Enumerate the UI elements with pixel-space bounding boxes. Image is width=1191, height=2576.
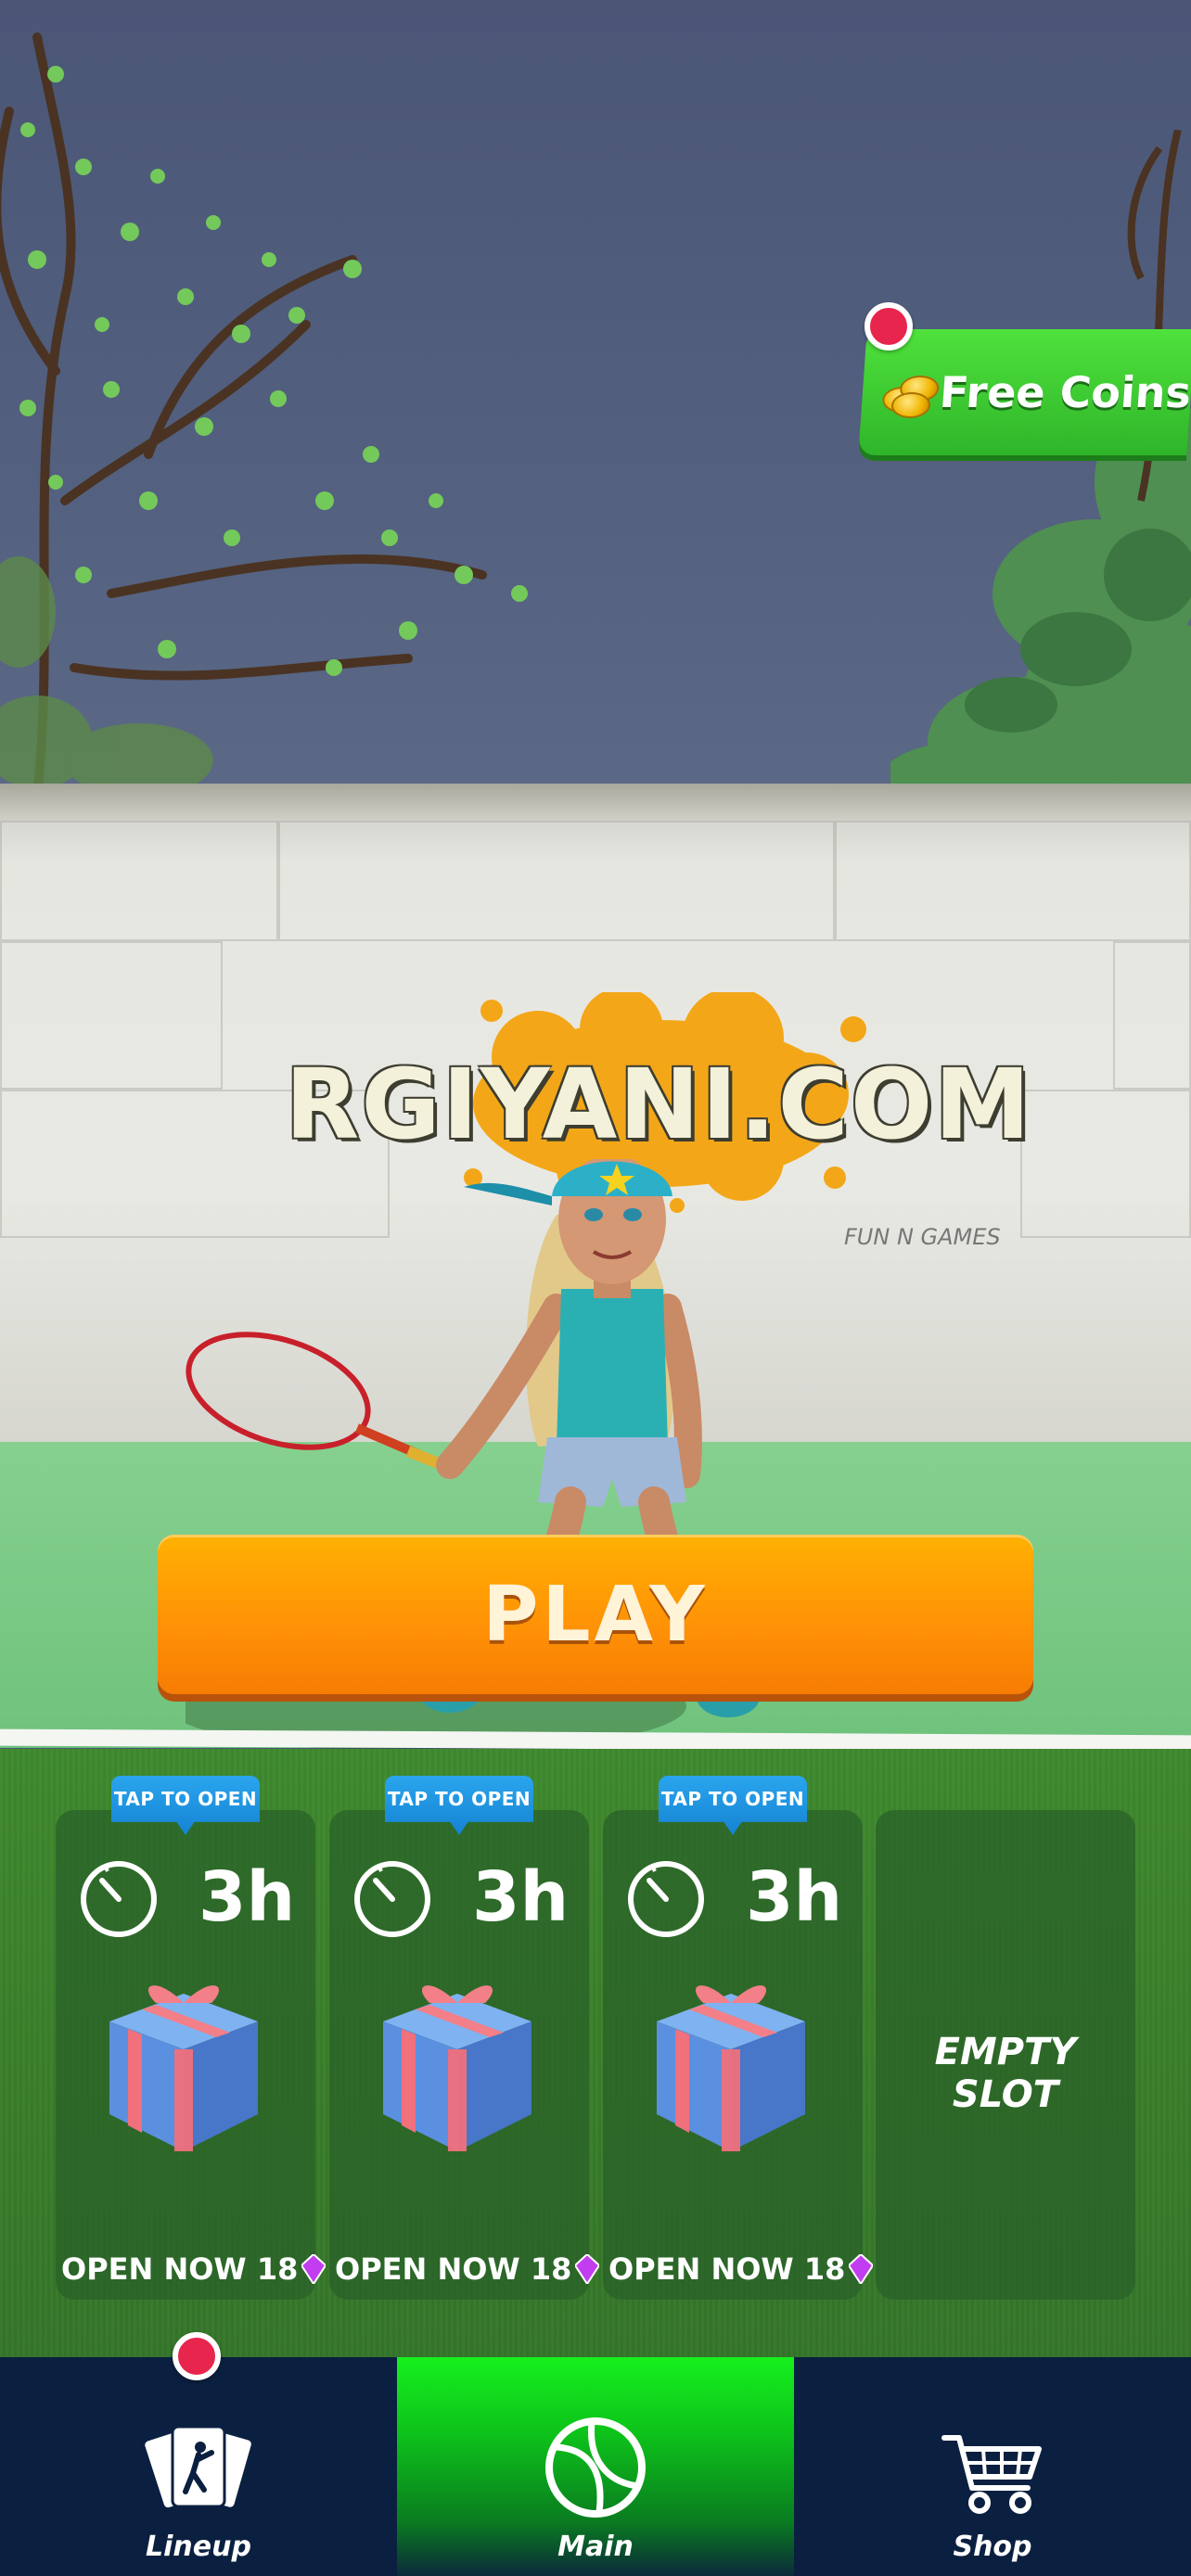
open-now-label: OPEN NOW 18 <box>61 2251 299 2287</box>
gem-icon <box>301 2254 327 2284</box>
stopwatch-icon <box>354 1861 430 1937</box>
stopwatch-icon <box>81 1861 157 1937</box>
tap-to-open-label: TAP TO OPEN <box>660 1788 805 1810</box>
play-button[interactable]: PLAY <box>158 1535 1033 1694</box>
open-now-button[interactable]: OPEN NOW 18 <box>335 2251 600 2287</box>
chest-timer: 3h <box>472 1857 570 1937</box>
open-now-label: OPEN NOW 18 <box>335 2251 572 2287</box>
gift-box-icon <box>383 1985 531 2151</box>
nav-label-lineup: Lineup <box>146 2531 251 2563</box>
tree-left <box>0 32 528 797</box>
chest-timer: 3h <box>746 1857 843 1937</box>
chest-timer: 3h <box>198 1857 296 1937</box>
bottom-nav: Lineup Main Shop <box>0 2357 1191 2576</box>
nav-label-shop: Shop <box>953 2531 1032 2563</box>
nav-label-main: Main <box>557 2531 634 2563</box>
nav-item-shop[interactable]: Shop <box>794 2357 1191 2576</box>
nav-item-lineup[interactable]: Lineup <box>0 2357 397 2576</box>
wall-block <box>278 821 835 941</box>
tap-to-open-label: TAP TO OPEN <box>113 1788 258 1810</box>
tap-to-open-label: TAP TO OPEN <box>387 1788 531 1810</box>
wall-block <box>1113 941 1191 1090</box>
open-now-button[interactable]: OPEN NOW 18 <box>61 2251 327 2287</box>
notification-dot <box>173 2332 221 2380</box>
wall-logo-text: RGIYANI.COM <box>285 1048 1032 1161</box>
play-button-label: PLAY <box>482 1570 709 1659</box>
nav-item-main[interactable]: Main <box>397 2357 794 2576</box>
gift-box-icon <box>109 1985 258 2151</box>
gem-icon <box>575 2254 600 2284</box>
free-coins-button[interactable]: Free Coins <box>858 329 1191 455</box>
wall-logo-subtext: FUN N GAMES <box>844 1224 1001 1250</box>
wall-block <box>0 821 278 941</box>
notification-dot <box>864 302 913 351</box>
tree-right <box>890 130 1191 797</box>
open-now-label: OPEN NOW 18 <box>608 2251 846 2287</box>
empty-slot-label: EMPTY SLOT <box>934 2031 1077 2116</box>
wall-block <box>0 941 223 1090</box>
wall-cap <box>0 784 1191 821</box>
wall-block <box>835 821 1191 941</box>
gift-box-icon <box>657 1985 805 2151</box>
open-now-button[interactable]: OPEN NOW 18 <box>608 2251 874 2287</box>
tennis-ball-icon <box>545 2417 646 2518</box>
free-coins-label: Free Coins <box>938 367 1191 417</box>
stopwatch-icon <box>628 1861 704 1937</box>
cart-icon <box>941 2435 1042 2514</box>
cards-icon <box>143 2425 254 2511</box>
gem-icon <box>849 2254 874 2284</box>
coins-icon <box>881 370 941 418</box>
